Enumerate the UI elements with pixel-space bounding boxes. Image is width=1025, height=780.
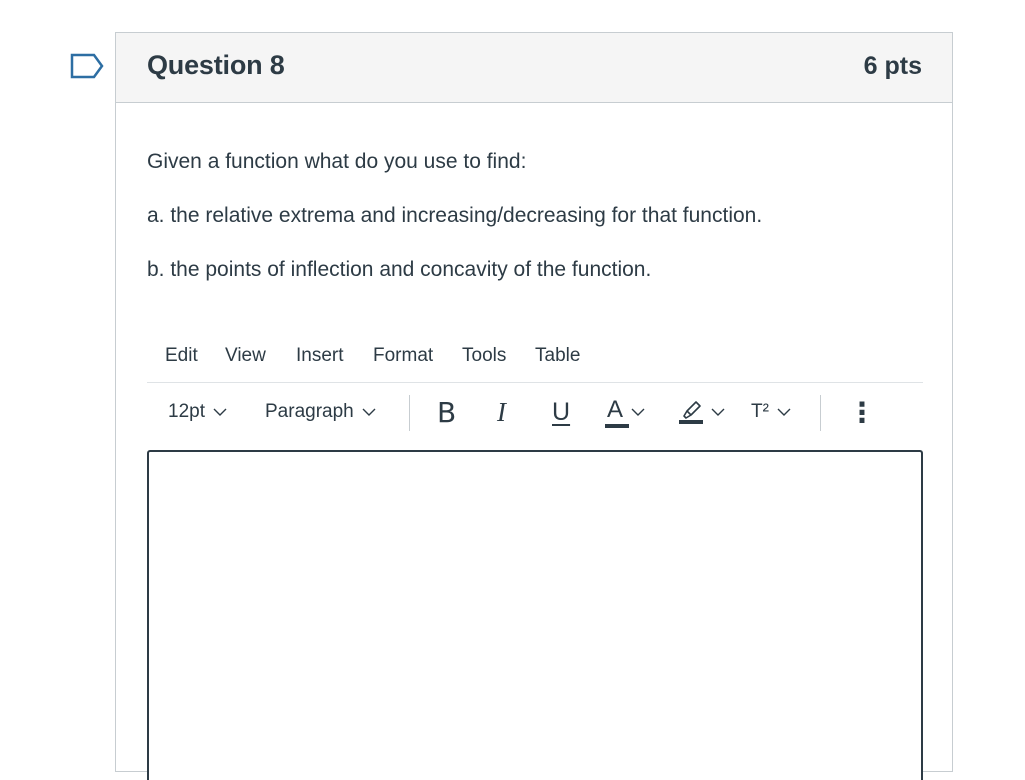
question-text-line: a. the relative extrema and increasing/d…	[147, 204, 763, 227]
chevron-down-icon	[362, 408, 376, 416]
question-card: Question 8 6 pts Given a function what d…	[115, 32, 953, 780]
toolbar-divider	[409, 395, 410, 431]
toolbar-divider	[820, 395, 821, 431]
highlight-color-button[interactable]	[679, 383, 725, 441]
underline-button[interactable]: U	[552, 383, 570, 441]
chevron-down-icon	[213, 408, 227, 416]
answer-editor-area[interactable]	[147, 450, 923, 780]
editor-menubar: Edit View Insert Format Tools Table	[147, 336, 923, 383]
question-text-line: b. the points of inflection and concavit…	[147, 258, 652, 281]
block-format-select[interactable]: Paragraph	[265, 383, 376, 441]
text-color-button[interactable]: A	[605, 383, 645, 441]
question-points: 6 pts	[863, 52, 922, 80]
menu-tools[interactable]: Tools	[462, 345, 506, 367]
italic-button[interactable]: I	[497, 383, 506, 441]
bold-button[interactable]: B	[437, 383, 456, 441]
superscript-button[interactable]: T²	[751, 383, 791, 441]
block-format-value: Paragraph	[265, 401, 354, 422]
chevron-down-icon	[777, 408, 791, 416]
question-text-line: Given a function what do you use to find…	[147, 150, 527, 173]
menu-insert[interactable]: Insert	[296, 345, 344, 367]
menu-edit[interactable]: Edit	[165, 345, 198, 367]
font-size-value: 12pt	[168, 401, 205, 422]
flag-question-icon[interactable]	[70, 53, 104, 79]
chevron-down-icon	[631, 408, 645, 416]
more-options-button[interactable]: ⋮	[848, 383, 876, 441]
menu-format[interactable]: Format	[373, 345, 433, 367]
menu-view[interactable]: View	[225, 345, 266, 367]
font-size-select[interactable]: 12pt	[168, 383, 227, 441]
editor-toolbar: 12pt Paragraph B I U A T² ⋮	[147, 383, 923, 441]
text-color-icon: A	[607, 396, 624, 423]
highlighter-icon	[679, 401, 703, 424]
question-header: Question 8 6 pts	[116, 33, 952, 103]
superscript-icon: T²	[751, 401, 769, 422]
chevron-down-icon	[711, 408, 725, 416]
menu-table[interactable]: Table	[535, 345, 580, 367]
question-title: Question 8	[147, 50, 285, 80]
